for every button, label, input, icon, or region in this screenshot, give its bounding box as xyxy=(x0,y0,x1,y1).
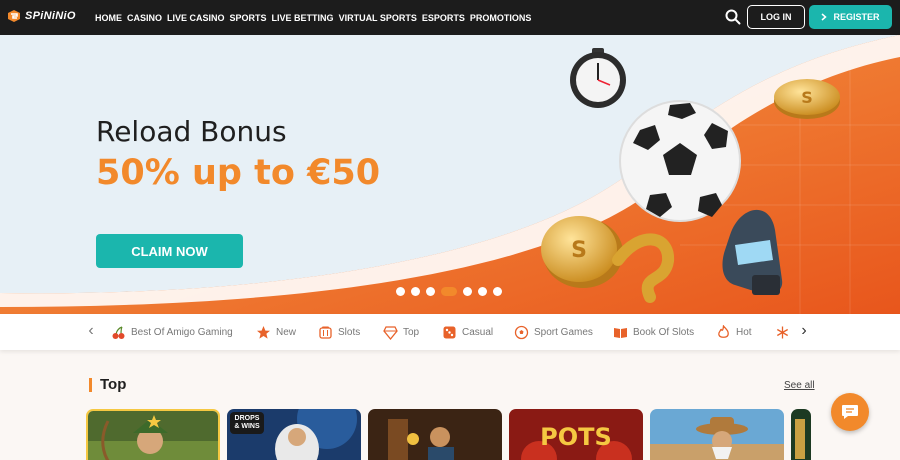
category-label: Sport Games xyxy=(534,326,593,338)
coin-icon: S xyxy=(774,79,840,119)
nav-casino[interactable]: CASINO xyxy=(127,13,162,23)
star-icon xyxy=(257,325,270,339)
category-label: Casual xyxy=(462,326,494,338)
category-book-of-slots[interactable]: Book Of Slots xyxy=(613,323,694,341)
register-button[interactable]: REGISTER xyxy=(809,5,892,29)
slider-dot[interactable] xyxy=(396,287,405,296)
soccer-ball-icon xyxy=(514,325,529,339)
category-sport-games[interactable]: Sport Games xyxy=(514,323,593,341)
chevron-right-icon[interactable]: › xyxy=(796,322,812,340)
category-hot[interactable]: Hot xyxy=(716,323,752,341)
nav-esports[interactable]: ESPORTS xyxy=(422,13,465,23)
category-label: Book Of Slots xyxy=(633,326,695,338)
section-title: Top xyxy=(100,376,127,393)
nav-live-betting[interactable]: LIVE BETTING xyxy=(272,13,334,23)
slider-dot[interactable] xyxy=(493,287,502,296)
category-casual[interactable]: Casual xyxy=(442,323,493,341)
game-thumbnail xyxy=(88,411,218,460)
slider-dot[interactable] xyxy=(426,287,435,296)
nav-home[interactable]: HOME xyxy=(95,13,122,23)
svg-text:S: S xyxy=(571,238,587,263)
logo-text: SPiNiNiO xyxy=(25,10,76,22)
category-label: Top xyxy=(403,326,420,338)
hero-title: Reload Bonus xyxy=(96,115,287,148)
drops-wins-badge: DROPS & WINS xyxy=(234,415,260,430)
flame-icon xyxy=(718,324,729,338)
category-slots[interactable]: Slots xyxy=(318,323,360,341)
login-button[interactable]: LOG IN xyxy=(747,5,805,29)
cherries-icon xyxy=(112,325,125,339)
logo-icon xyxy=(8,10,20,22)
game-thumbnail xyxy=(368,409,502,460)
game-tile[interactable]: POTS xyxy=(509,409,643,460)
game-thumbnail xyxy=(791,409,811,460)
category-best-of-amigo-gaming[interactable]: Best Of Amigo Gaming xyxy=(111,323,233,341)
category-new[interactable]: New xyxy=(256,323,296,341)
svg-text:S: S xyxy=(801,88,813,107)
slider-dot[interactable] xyxy=(463,287,472,296)
section-accent-bar xyxy=(89,378,92,392)
site-logo[interactable]: SPiNiNiO xyxy=(6,8,76,24)
category-top[interactable]: Top xyxy=(383,323,419,341)
soccer-ball-icon xyxy=(619,100,741,222)
game-thumbnail xyxy=(650,409,784,460)
see-all-link[interactable]: See all xyxy=(784,380,815,391)
diamond-icon xyxy=(383,325,398,340)
top-navigation-bar: SPiNiNiO HOME CASINO LIVE CASINO SPORTS … xyxy=(0,0,900,35)
pots-title: POTS xyxy=(540,423,612,451)
game-tile[interactable] xyxy=(368,409,502,460)
game-tile[interactable]: DROPS & WINS xyxy=(227,409,361,460)
book-icon xyxy=(614,327,627,338)
dice-icon xyxy=(443,326,456,338)
claim-now-button[interactable]: CLAIM NOW xyxy=(96,234,243,268)
register-label: REGISTER xyxy=(833,12,880,22)
hero-banner: S S Reload Bonus 50% up to €50 CLAIM NOW xyxy=(0,35,900,314)
search-icon[interactable] xyxy=(724,8,742,26)
category-snowflake[interactable] xyxy=(775,323,795,341)
hero-subtitle: 50% up to €50 xyxy=(96,153,381,193)
slider-dot[interactable] xyxy=(478,287,487,296)
chevron-left-icon[interactable]: ‹ xyxy=(83,322,99,340)
category-label: Best Of Amigo Gaming xyxy=(131,326,233,338)
slider-dot[interactable] xyxy=(411,287,420,296)
snowflake-icon xyxy=(776,326,789,338)
nav-virtual-sports[interactable]: VIRTUAL SPORTS xyxy=(339,13,417,23)
slider-dots xyxy=(396,287,502,296)
category-label: Hot xyxy=(736,326,752,338)
nav-live-casino[interactable]: LIVE CASINO xyxy=(167,13,225,23)
slot-machine-icon xyxy=(319,326,332,339)
chat-button[interactable] xyxy=(831,393,869,431)
category-label: Slots xyxy=(338,326,361,338)
slider-dot-active[interactable] xyxy=(441,287,457,296)
chevron-right-icon xyxy=(821,13,828,21)
category-bar: ‹ Best Of Amigo Gaming New Slots Top Cas… xyxy=(0,314,900,350)
main-nav: HOME CASINO LIVE CASINO SPORTS LIVE BETT… xyxy=(95,0,531,35)
game-tile[interactable] xyxy=(791,409,811,460)
chat-bubble-icon xyxy=(842,405,858,419)
nav-promotions[interactable]: PROMOTIONS xyxy=(470,13,532,23)
category-label: New xyxy=(276,326,297,338)
nav-sports[interactable]: SPORTS xyxy=(230,13,267,23)
game-tile[interactable] xyxy=(86,409,220,460)
game-tile[interactable] xyxy=(650,409,784,460)
